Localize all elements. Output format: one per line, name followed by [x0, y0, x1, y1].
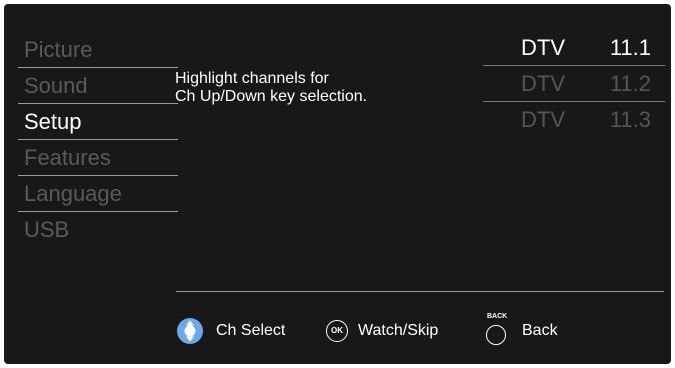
menu-item-setup[interactable]: Setup [18, 104, 178, 140]
menu-item-sound[interactable]: Sound [18, 68, 178, 104]
button-guide: Ch Select OK Watch/Skip BACK Back [176, 311, 671, 351]
channel-type: DTV [521, 71, 565, 96]
channel-row[interactable]: DTV 11.3 [483, 102, 665, 138]
channel-number: 11.1 [609, 35, 651, 60]
menu-item-label: Picture [24, 37, 93, 62]
menu-item-label: Features [24, 145, 111, 170]
back-icon-text: BACK [487, 313, 508, 320]
ok-button-icon: OK [326, 320, 348, 342]
ok-icon-text: OK [331, 326, 343, 335]
channel-type: DTV [521, 35, 565, 60]
menu-item-language[interactable]: Language [18, 176, 178, 212]
back-label: Back [522, 322, 558, 339]
menu-item-label: USB [24, 217, 70, 242]
back-button-icon: BACK [484, 311, 510, 347]
ch-select-label: Ch Select [216, 322, 286, 339]
dpad-icon [177, 318, 203, 344]
back-circle-icon [486, 325, 506, 345]
channel-row[interactable]: DTV 11.2 [483, 66, 665, 102]
menu-item-picture[interactable]: Picture [18, 32, 178, 68]
footer-divider [176, 291, 664, 292]
main-menu: Picture Sound Setup Features Language US… [18, 32, 178, 248]
help-text: Highlight channels for Ch Up/Down key se… [175, 70, 475, 106]
channel-type: DTV [521, 107, 565, 132]
channel-number: 11.2 [609, 71, 651, 96]
menu-item-label: Language [24, 181, 122, 206]
tv-screen: Picture Sound Setup Features Language US… [4, 4, 671, 364]
menu-item-features[interactable]: Features [18, 140, 178, 176]
help-line-1: Highlight channels for [175, 70, 329, 87]
help-line-2: Ch Up/Down key selection. [175, 88, 368, 105]
watch-skip-label: Watch/Skip [358, 322, 439, 339]
menu-item-usb[interactable]: USB [18, 212, 178, 248]
menu-item-label: Setup [24, 109, 82, 134]
channel-number: 11.3 [609, 107, 651, 132]
channel-row[interactable]: DTV 11.1 [483, 30, 665, 66]
channel-list: DTV 11.1 DTV 11.2 DTV 11.3 [483, 30, 665, 138]
menu-item-label: Sound [24, 73, 88, 98]
